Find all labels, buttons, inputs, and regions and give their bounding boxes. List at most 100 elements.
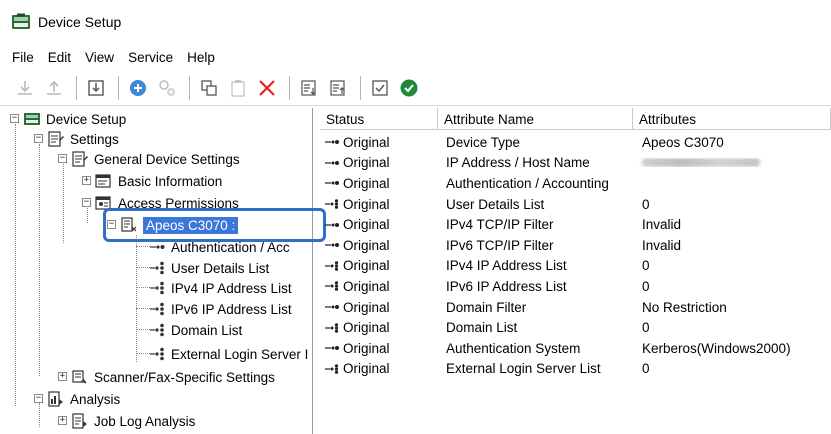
tree-node-basic-information[interactable]: + Basic Information [80,170,222,192]
table-row[interactable]: Original Domain List 0 [320,317,831,338]
attribute-name-cell: IPv6 IP Address List [446,278,567,294]
table-row[interactable]: Original Authentication / Accounting [320,173,831,194]
tree-node-general-device-settings[interactable]: − General Device Settings [56,148,240,170]
collapse-toggle[interactable]: − [58,154,67,163]
add-user-button[interactable] [154,75,180,101]
download-button[interactable] [83,75,109,101]
export-up-button[interactable] [41,75,67,101]
single-link-icon [325,243,339,248]
single-link-icon [150,245,165,249]
tree-label: Scanner/Fax-Specific Settings [94,369,275,385]
expand-toggle[interactable]: + [58,416,67,425]
table-row[interactable]: Original IP Address / Host Name [320,153,831,174]
attribute-value-cell: 0 [633,361,831,376]
arrow-up-tray-icon [47,80,61,95]
expand-toggle[interactable]: + [82,176,91,185]
tree-node-device-setup[interactable]: − Device Setup [8,108,126,130]
status-cell: Original [320,217,438,232]
attribute-name-cell: Authentication System [446,340,581,356]
list-export-button[interactable] [325,75,351,101]
collapse-toggle[interactable]: − [107,220,116,229]
tree-node-ipv4-address-list[interactable]: IPv4 IP Address List [148,277,292,299]
table-row[interactable]: Original Authentication System Kerberos(Wi… [320,338,831,359]
status-text: Original [343,134,390,150]
copy-button[interactable] [196,75,222,101]
settings-document-icon [72,151,88,167]
add-button[interactable] [125,75,151,101]
table-row[interactable]: Original IPv6 IP Address List 0 [320,276,831,297]
user-add-icon [159,79,175,96]
tree-label: User Details List [171,260,270,276]
apply-button[interactable] [396,75,422,101]
attribute-value-cell: Kerberos(Windows2000) [633,341,831,356]
attribute-name-cell: IPv6 TCP/IP Filter [446,237,554,253]
table-row[interactable]: Original Device Type Apeos C3070 [320,132,831,153]
tree-node-job-log-analysis[interactable]: + Job Log Analysis [56,410,195,432]
tree-node-user-details-list[interactable]: User Details List [148,257,269,279]
attribute-value: 0 [642,361,650,377]
delete-button[interactable] [254,75,280,101]
column-header-attribute-name[interactable]: Attribute Name [438,108,633,130]
attribute-value-cell [633,158,831,168]
table-row[interactable]: Original Domain Filter No Restriction [320,297,831,318]
attribute-value: 0 [642,320,650,336]
menu-service[interactable]: Service [122,50,181,65]
collapse-toggle[interactable]: − [10,114,19,123]
attribute-name-cell: Domain Filter [446,299,527,315]
tree-node-analysis[interactable]: − Analysis [32,388,120,410]
collapse-toggle[interactable]: − [34,134,43,143]
toolbar-separator [76,75,77,100]
menu-help[interactable]: Help [181,50,223,65]
single-link-icon [325,181,339,186]
tree-node-domain-list[interactable]: Domain List [148,319,242,341]
tree-node-authentication[interactable]: Authentication / Acc [148,236,290,258]
tree-node-ipv6-address-list[interactable]: IPv6 IP Address List [148,298,292,320]
status-cell: Original [320,361,438,376]
checkbox-icon [372,79,388,96]
status-text: Original [343,258,390,274]
expand-toggle[interactable]: + [58,372,67,381]
tree-label: Device Setup [46,111,127,127]
menu-view[interactable]: View [79,50,122,65]
status-cell: Original [320,279,438,294]
clipboard-icon [231,79,245,97]
tree-node-access-permissions[interactable]: − Access Permissions [80,192,239,214]
toolbar-separator [118,75,119,100]
menu-file[interactable]: File [6,50,42,65]
tree-node-scanner-fax-settings[interactable]: + Scanner/Fax-Specific Settings [56,366,275,388]
status-cell: Original [320,155,438,170]
tree-label: Authentication / Acc [171,239,290,255]
attribute-value: Kerberos(Windows2000) [642,340,791,356]
status-text: Original [343,175,390,191]
status-text: Original [343,196,390,212]
single-link-icon [325,346,339,351]
check-box-button[interactable] [367,75,393,101]
collapse-toggle[interactable]: − [82,198,91,207]
table-row[interactable]: Original User Details List 0 [320,194,831,215]
paste-button[interactable] [225,75,251,101]
table-row[interactable]: Original External Login Server List 0 [320,359,831,380]
tree-node-settings[interactable]: − Settings [32,128,119,150]
menu-edit[interactable]: Edit [42,50,79,65]
status-cell: Original [320,258,438,273]
tree-node-external-login-server[interactable]: External Login Server I [148,343,308,365]
table-row[interactable]: Original IPv6 TCP/IP Filter Invalid [320,235,831,256]
scanner-fax-icon [72,370,87,384]
collapse-toggle[interactable]: − [34,394,43,403]
delete-x-icon [259,79,275,96]
column-header-attributes[interactable]: Attributes [633,108,831,130]
column-header-status[interactable]: Status [320,108,438,130]
multi-link-icon [150,302,164,316]
table-header: Status Attribute Name Attributes [320,108,831,130]
import-down-button[interactable] [12,75,38,101]
tree-label: IPv6 IP Address List [171,301,292,317]
table-row[interactable]: Original IPv4 TCP/IP Filter Invalid [320,214,831,235]
multi-link-icon [150,323,164,337]
toolbar-separator [360,75,361,100]
attribute-value: No Restriction [642,299,727,315]
table-row[interactable]: Original IPv4 IP Address List 0 [320,256,831,277]
attribute-value-cell: 0 [633,279,831,294]
tree-node-device-apeos[interactable]: − Apeos C3070 : [105,214,239,236]
multi-link-icon [325,199,339,209]
list-import-button[interactable] [296,75,322,101]
